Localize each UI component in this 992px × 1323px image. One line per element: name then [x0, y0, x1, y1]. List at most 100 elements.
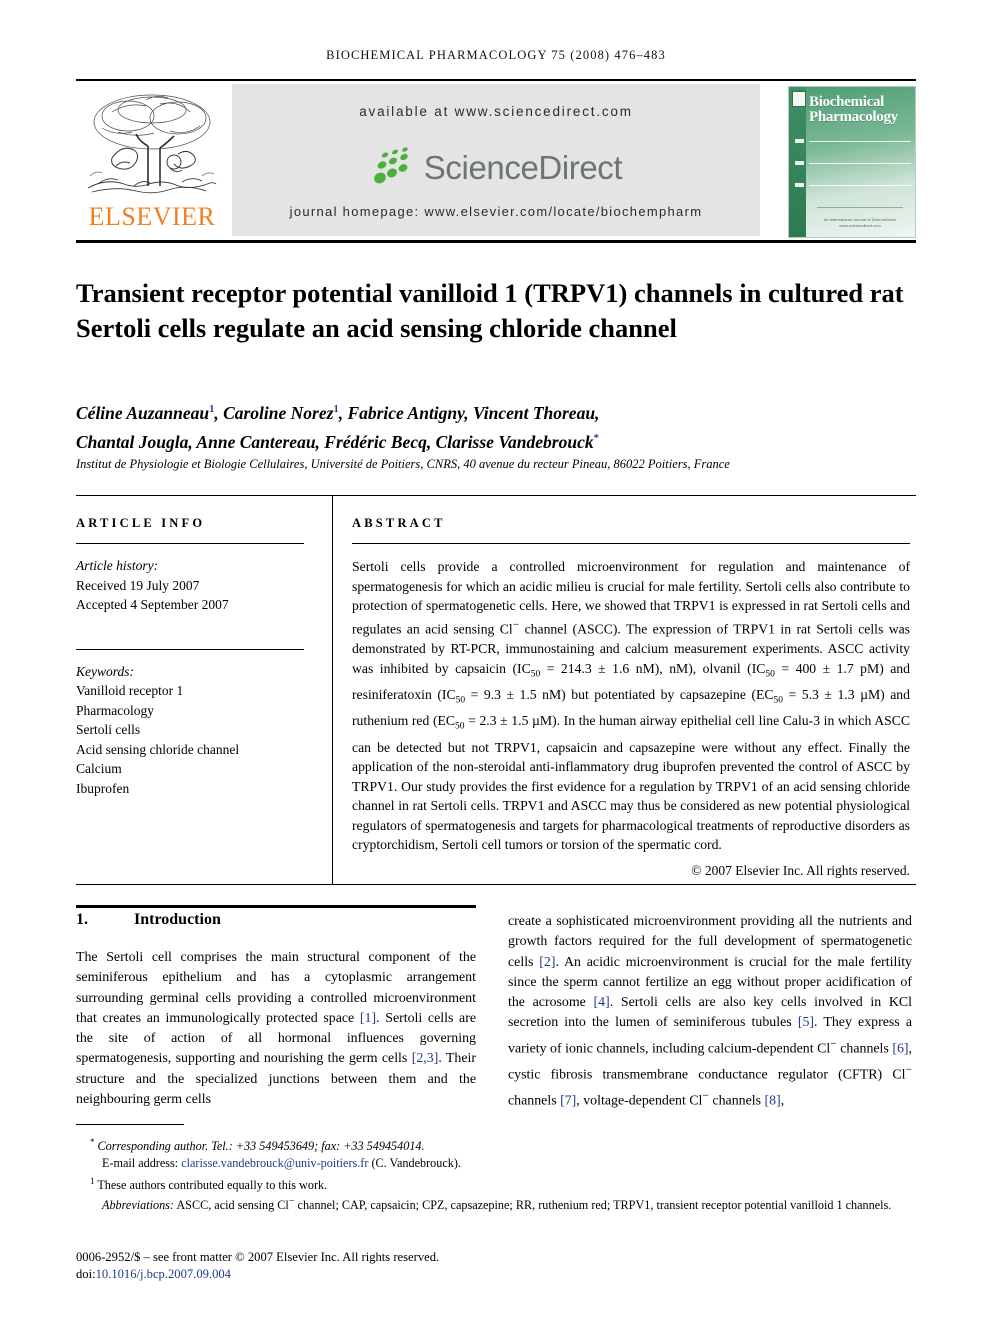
author-name: Céline Auzanneau [76, 402, 210, 423]
abstract-rule [352, 543, 910, 544]
sciencedirect-banner: available at www.sciencedirect.com Scien… [232, 84, 760, 236]
ic50-subscript: 50 [530, 669, 541, 680]
abbrev-seg: channel; CAP, capsaicin; CPZ, capsazepin… [294, 1198, 892, 1213]
chloride-superscript: − [905, 1062, 912, 1076]
article-info-heading: ARTICLE INFO [76, 516, 206, 530]
doi-line: doi:10.1016/j.bcp.2007.09.004 [76, 1266, 676, 1283]
cover-tick [795, 161, 804, 165]
citation-ref[interactable]: [5] [798, 1015, 814, 1030]
body-seg: channels [836, 1041, 893, 1057]
body-seg: , voltage-dependent Cl [576, 1093, 703, 1109]
keywords-label: Keywords: [76, 663, 134, 679]
masthead-bottom-rule [76, 240, 916, 243]
body-seg: channels [508, 1093, 561, 1109]
keywords-rule [76, 648, 304, 650]
citation-ref[interactable]: [1] [360, 1011, 376, 1026]
issn-front-matter: 0006-2952/$ – see front matter © 2007 El… [76, 1250, 440, 1264]
footnote-corresponding-text: Corresponding author. Tel.: +33 54945364… [97, 1139, 425, 1154]
info-bottom-rule [76, 884, 916, 885]
author-list: Céline Auzanneau1, Caroline Norez1, Fabr… [76, 397, 916, 455]
section-number: 1. [76, 911, 88, 928]
email-label: E-mail address: [102, 1156, 179, 1171]
cover-tick [795, 139, 804, 143]
citation-ref[interactable]: [7] [560, 1093, 576, 1108]
introduction-left-column: The Sertoli cell comprises the main stru… [76, 948, 476, 1110]
keyword-item: Ibuprofen [76, 780, 130, 796]
corresponding-author-mark: * [593, 432, 599, 444]
info-top-rule [76, 495, 916, 496]
abstract-seg: = 2.3 ± 1.5 µM). In the human airway epi… [352, 713, 910, 853]
article-info-rule [76, 543, 304, 544]
footnotes-block: * Corresponding author. Tel.: +33 549453… [76, 1134, 916, 1215]
abstract-copyright: © 2007 Elsevier Inc. All rights reserved… [691, 863, 910, 879]
author-names-line2: Chantal Jougla, Anne Cantereau, Frédéric… [76, 431, 594, 452]
article-history: Article history: Received 19 July 2007 A… [76, 556, 308, 615]
citation-ref[interactable]: [8] [765, 1093, 781, 1108]
journal-homepage-text: journal homepage: www.elsevier.com/locat… [289, 204, 703, 219]
running-head: Biochemical Pharmacology 75 (2008) 476–4… [326, 48, 666, 62]
sciencedirect-logo: ScienceDirect [232, 142, 760, 194]
ic50-subscript: 50 [455, 695, 466, 706]
body-seg: , [780, 1093, 785, 1109]
sciencedirect-mark-icon [373, 147, 408, 184]
keyword-item: Sertoli cells [76, 722, 141, 737]
citation-ref[interactable]: [4] [594, 995, 610, 1010]
section-top-rule [76, 905, 476, 908]
elsevier-wordmark: ELSEVIER [88, 202, 216, 231]
journal-cover-thumbnail: Biochemical Pharmacology An Internationa… [788, 86, 916, 238]
email-owner: (C. Vandebrouck). [371, 1156, 461, 1171]
body-seg: channels [708, 1093, 765, 1109]
info-column-divider [332, 495, 333, 885]
available-at-text: available at www.sciencedirect.com [359, 104, 633, 119]
footnote-equal-contribution: 1 These authors contributed equally to t… [76, 1173, 916, 1193]
citation-ref[interactable]: [2,3] [412, 1051, 439, 1066]
footnote-email: E-mail address: clarisse.vandebrouck@uni… [76, 1155, 916, 1171]
journal-masthead: ELSEVIER available at www.sciencedirect.… [76, 84, 916, 238]
abstract-column: ABSTRACT Sertoli cells provide a control… [352, 516, 910, 879]
affiliation: Institut de Physiologie et Biologie Cell… [76, 457, 730, 471]
introduction-paragraph-left: The Sertoli cell comprises the main stru… [76, 948, 476, 1110]
received-date: Received 19 July 2007 [76, 577, 200, 593]
elsevier-logo: ELSEVIER [76, 84, 228, 238]
cover-title-line2: Pharmacology [809, 109, 898, 125]
author-names-rest: , Fabrice Antigny, Vincent Thoreau, [338, 402, 600, 423]
citation-ref[interactable]: [2] [539, 955, 555, 970]
masthead-top-rule [76, 79, 916, 81]
cover-tick [795, 183, 804, 187]
abstract-seg: = 214.3 ± 1.6 nM), nM), olvanil (IC [540, 660, 766, 676]
abstract-seg: = 9.3 ± 1.5 nM) but potentiated by capsa… [465, 686, 774, 702]
footnote-rule [76, 1124, 184, 1125]
cover-rule [809, 163, 911, 164]
footnote-one-mark: 1 [90, 1175, 95, 1186]
keyword-item: Acid sensing chloride channel [76, 741, 240, 757]
page-title: Transient receptor potential vanilloid 1… [76, 277, 904, 343]
abbrev-seg: ASCC, acid sensing Cl [173, 1198, 289, 1213]
article-history-label: Article history: [76, 558, 159, 573]
sciencedirect-wordmark: ScienceDirect [423, 149, 623, 186]
abstract-heading: ABSTRACT [352, 516, 446, 530]
cover-rule [809, 141, 911, 142]
cover-journal-title: Biochemical Pharmacology [809, 95, 913, 125]
footnote-equal-text: These authors contributed equally to thi… [97, 1177, 328, 1192]
cover-elsevier-mark-icon [792, 91, 806, 107]
section-title-introduction: 1. Introduction [76, 911, 221, 929]
ec50-subscript: 50 [455, 721, 465, 732]
ic50-subscript: 50 [765, 669, 775, 680]
elsevier-tree-icon [82, 88, 222, 200]
article-info-column: ARTICLE INFO Article history: Received 1… [76, 516, 308, 798]
keyword-item: Calcium [76, 761, 122, 776]
author-separator: , Caroline Norez [214, 402, 334, 423]
introduction-paragraph-right: create a sophisticated microenvironment … [508, 912, 912, 1112]
email-link[interactable]: clarisse.vandebrouck@univ-poitiers.fr [181, 1156, 368, 1170]
article-page: Biochemical Pharmacology 75 (2008) 476–4… [0, 0, 992, 1323]
footnote-abbreviations: Abbreviations: ASCC, acid sensing Cl− ch… [76, 1194, 916, 1213]
section-heading: Introduction [134, 911, 221, 928]
doi-link[interactable]: 10.1016/j.bcp.2007.09.004 [96, 1267, 231, 1281]
cover-footer-text: An International Journal of ScienceDirec… [823, 217, 897, 228]
abstract-text: Sertoli cells provide a controlled micro… [352, 557, 910, 855]
cover-title-line1: Biochemical [809, 94, 885, 110]
abbreviations-label: Abbreviations: [102, 1198, 174, 1213]
introduction-right-column: create a sophisticated microenvironment … [508, 912, 912, 1112]
imprint-block: 0006-2952/$ – see front matter © 2007 El… [76, 1249, 676, 1283]
citation-ref[interactable]: [6] [892, 1041, 908, 1056]
